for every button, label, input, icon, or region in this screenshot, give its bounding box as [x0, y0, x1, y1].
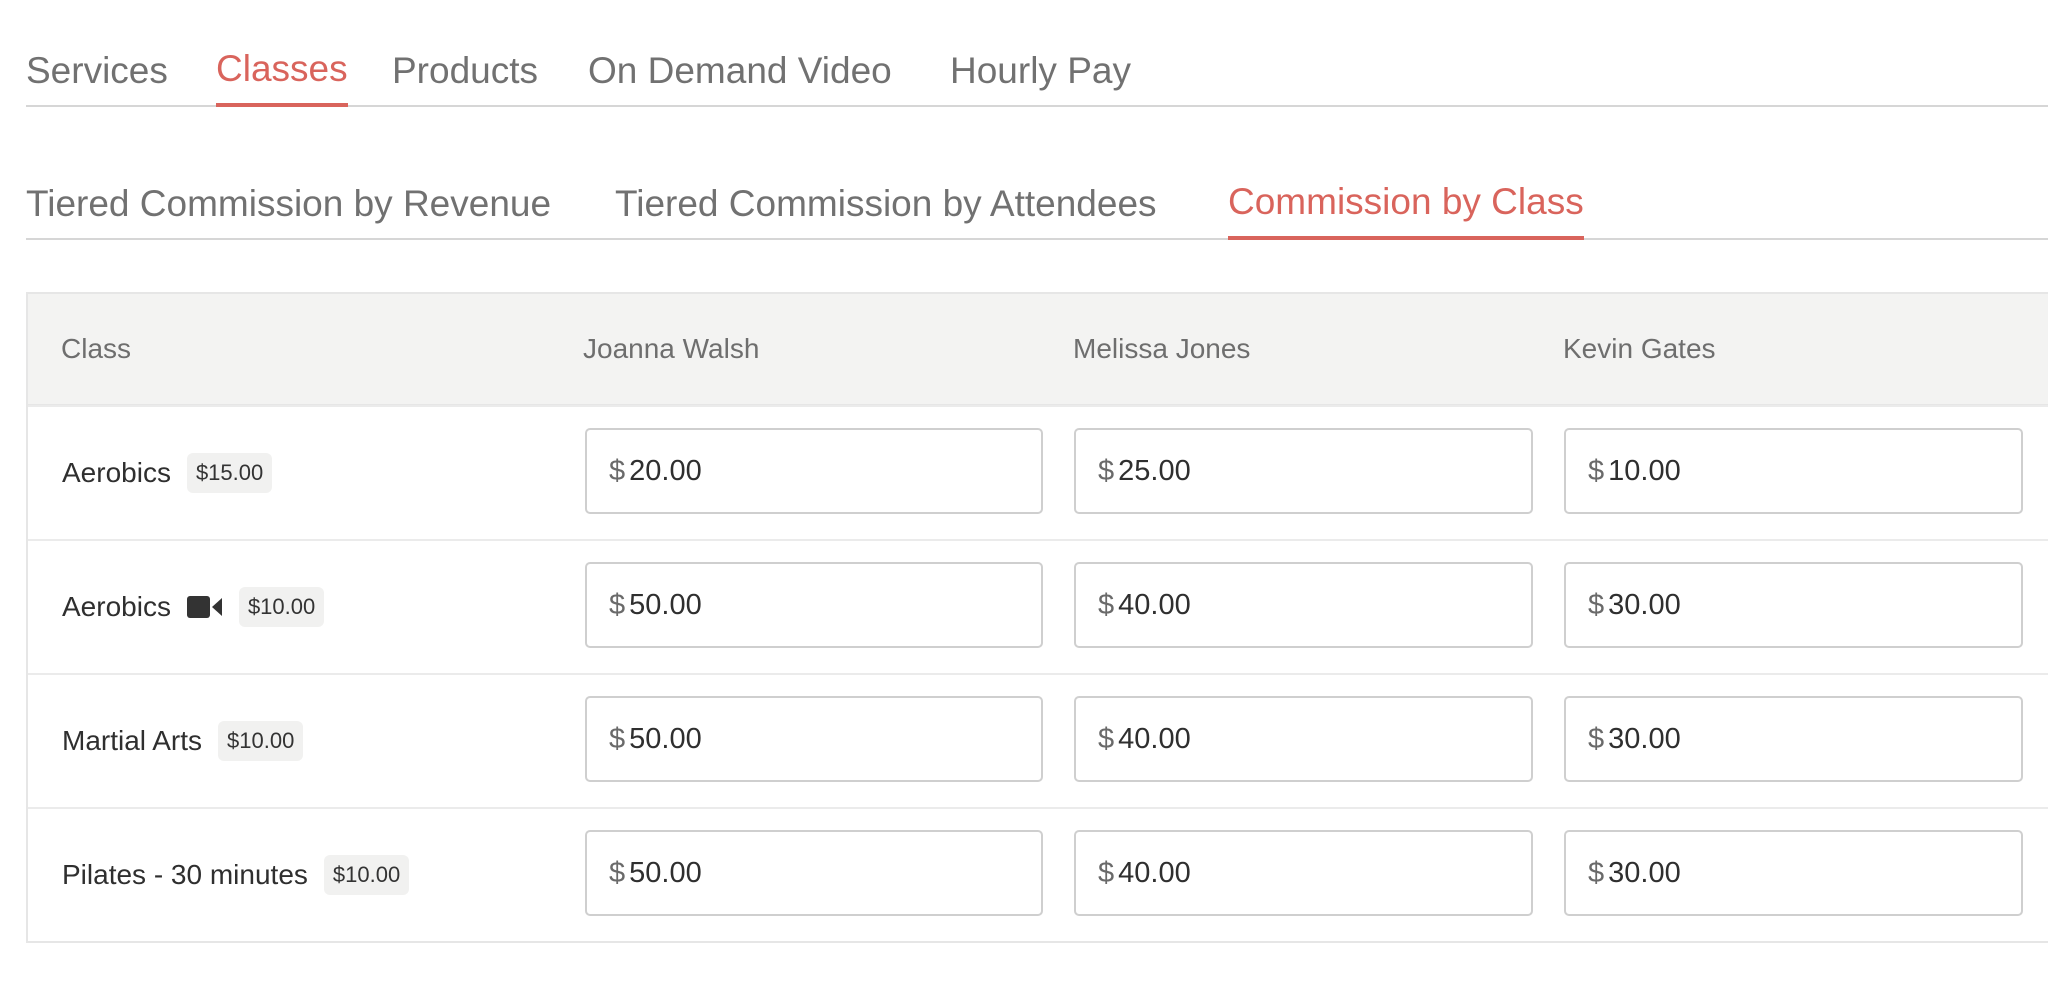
commission-field[interactable]: $	[1564, 428, 2023, 514]
class-cell: Aerobics $15.00	[62, 407, 273, 539]
commission-field[interactable]: $	[1564, 562, 2023, 648]
header-instructor-1: Joanna Walsh	[583, 333, 760, 364]
currency-symbol: $	[1588, 588, 1605, 621]
price-badge: $10.00	[238, 587, 325, 627]
commission-field[interactable]: $	[1074, 830, 1533, 916]
price-badge: $10.00	[218, 721, 304, 761]
tab-classes[interactable]: Classes	[216, 50, 348, 107]
commission-input[interactable]	[1608, 722, 1909, 756]
currency-symbol: $	[1588, 856, 1605, 889]
tab-on-demand-video[interactable]: On Demand Video	[588, 52, 892, 107]
commission-input[interactable]	[1118, 722, 1419, 756]
commission-field[interactable]: $	[1074, 428, 1533, 514]
price-badge: $15.00	[186, 453, 273, 493]
table-row: Aerobics $15.00 $ $ $	[28, 405, 2048, 539]
commission-input[interactable]	[1118, 856, 1419, 890]
commission-input[interactable]	[1608, 588, 1909, 622]
currency-symbol: $	[609, 588, 626, 621]
class-cell: Aerobics $10.00	[62, 541, 325, 673]
class-cell: Martial Arts $10.00	[62, 675, 304, 807]
commission-field[interactable]: $	[1564, 830, 2023, 916]
table-row: Martial Arts $10.00 $ $ $	[28, 673, 2048, 807]
tab-tiered-commission-revenue[interactable]: Tiered Commission by Revenue	[26, 185, 551, 240]
class-name: Aerobics	[62, 457, 171, 488]
header-class: Class	[61, 333, 132, 364]
commission-field[interactable]: $	[585, 696, 1043, 782]
commission-input[interactable]	[1608, 454, 1909, 488]
tab-services[interactable]: Services	[26, 52, 168, 107]
table-row: Pilates - 30 minutes $10.00 $ $ $	[28, 807, 2048, 941]
commission-field[interactable]: $	[1074, 562, 1533, 648]
commission-table: Class Joanna Walsh Melissa Jones Kevin G…	[26, 292, 2048, 943]
header-instructor-3: Kevin Gates	[1563, 333, 1716, 364]
tab-tiered-commission-attendees[interactable]: Tiered Commission by Attendees	[615, 185, 1157, 240]
class-name: Martial Arts	[62, 725, 203, 756]
commission-input[interactable]	[629, 856, 930, 890]
currency-symbol: $	[609, 722, 626, 755]
commission-input[interactable]	[1118, 454, 1419, 488]
commission-input[interactable]	[1608, 856, 1909, 890]
commission-field[interactable]: $	[585, 562, 1043, 648]
tab-commission-by-class[interactable]: Commission by Class	[1228, 183, 1584, 240]
commission-field[interactable]: $	[585, 428, 1043, 514]
currency-symbol: $	[1098, 722, 1115, 755]
price-badge: $10.00	[323, 855, 410, 895]
commission-settings-page: Services Classes Products On Demand Vide…	[0, 0, 2048, 982]
currency-symbol: $	[1588, 454, 1605, 487]
table-row: Aerobics $10.00 $ $ $	[28, 539, 2048, 673]
secondary-tabs: Tiered Commission by Revenue Tiered Comm…	[26, 130, 2048, 240]
currency-symbol: $	[1098, 588, 1115, 621]
tab-hourly-pay[interactable]: Hourly Pay	[950, 52, 1131, 107]
class-cell: Pilates - 30 minutes $10.00	[62, 809, 410, 941]
class-name: Pilates - 30 minutes	[62, 859, 308, 890]
primary-tabs: Services Classes Products On Demand Vide…	[26, 0, 2048, 107]
currency-symbol: $	[609, 454, 626, 487]
commission-input[interactable]	[629, 454, 930, 488]
commission-input[interactable]	[629, 722, 930, 756]
video-camera-icon	[186, 595, 223, 619]
currency-symbol: $	[1588, 722, 1605, 755]
commission-field[interactable]: $	[1564, 696, 2023, 782]
tab-products[interactable]: Products	[392, 52, 538, 107]
currency-symbol: $	[609, 856, 626, 889]
commission-input[interactable]	[1118, 588, 1419, 622]
commission-field[interactable]: $	[1074, 696, 1533, 782]
commission-field[interactable]: $	[585, 830, 1043, 916]
currency-symbol: $	[1098, 454, 1115, 487]
commission-input[interactable]	[629, 588, 930, 622]
table-header: Class Joanna Walsh Melissa Jones Kevin G…	[28, 294, 2048, 405]
currency-symbol: $	[1098, 856, 1115, 889]
header-instructor-2: Melissa Jones	[1073, 333, 1251, 364]
class-name: Aerobics	[62, 591, 171, 622]
